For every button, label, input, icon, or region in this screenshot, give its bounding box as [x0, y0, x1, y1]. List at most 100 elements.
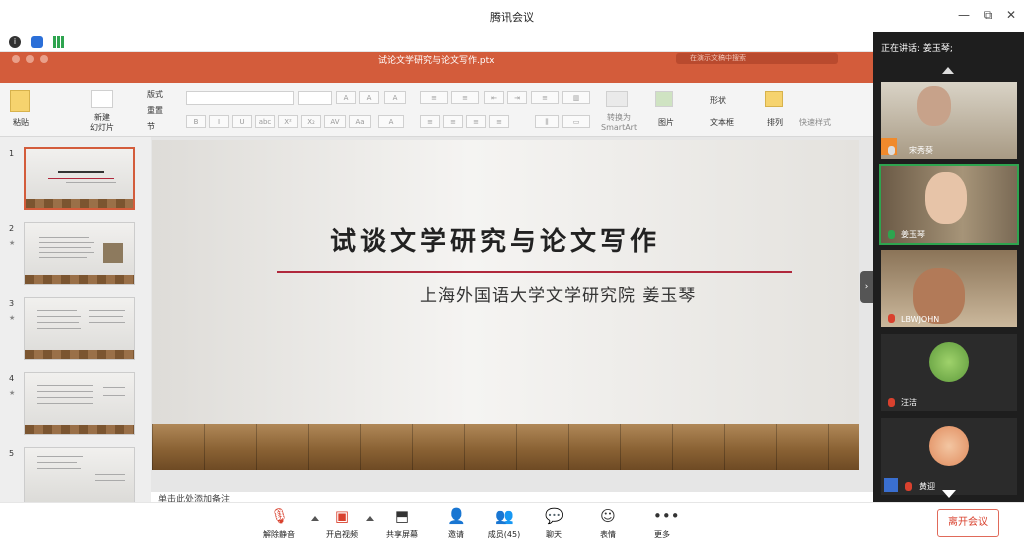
slide[interactable]: 试谈文学研究与论文写作 上海外国语大学文学研究院 姜玉琴 [152, 140, 859, 470]
smartart-icon[interactable] [606, 91, 628, 107]
mic-muted-icon [905, 482, 912, 491]
indent-icon[interactable]: ⇥ [507, 91, 527, 104]
mic-muted-icon [888, 398, 895, 407]
notes-field[interactable]: 单击此处添加备注 [151, 492, 873, 502]
textbox-button[interactable]: 文本框 [710, 117, 734, 128]
participant-tile[interactable]: LBWJOHN [881, 250, 1017, 327]
powerpoint-window: 试论文学研究与论文写作.ptx 在演示文稿中搜索 粘贴 新建 幻灯片 版式 重置… [0, 52, 873, 502]
ribbon: 粘贴 新建 幻灯片 版式 重置 节 A A A B I U abc X² X₂ … [0, 83, 873, 137]
strikethrough-icon[interactable]: abc [255, 115, 275, 128]
reset-button[interactable]: 重置 [147, 105, 163, 116]
close-button[interactable]: ✕ [1004, 8, 1018, 22]
clear-format-icon[interactable]: A [384, 91, 406, 104]
slide-thumbnail[interactable] [24, 222, 135, 285]
shrink-font-icon[interactable]: A [359, 91, 379, 104]
share-screen-icon: ⬒ [394, 507, 410, 525]
align-right-icon[interactable]: ≡ [466, 115, 486, 128]
members-label: 成员(45) [487, 530, 521, 539]
wood-floor [152, 424, 859, 470]
share-screen-button[interactable]: ⬒ 共享屏幕 [381, 507, 423, 543]
unmute-button[interactable]: 🎙 解除静音 [258, 507, 300, 543]
audio-options-chevron-icon[interactable] [311, 516, 319, 521]
chat-label: 聊天 [546, 530, 562, 539]
restore-button[interactable]: ⧉ [981, 8, 995, 22]
paste-icon[interactable] [10, 90, 30, 112]
participant-name: LBWJOHN [901, 315, 940, 324]
slide-title[interactable]: 试谈文学研究与论文写作 [330, 221, 660, 258]
panel-toggle-chevron-icon[interactable]: › [860, 271, 873, 303]
start-video-button[interactable]: ▣ 开启视频 [321, 507, 363, 543]
title-bar: 腾讯会议 — ⧉ ✕ [0, 0, 1024, 32]
title-rule [277, 271, 792, 273]
arrange-label: 排列 [767, 118, 783, 127]
slide-thumbnail[interactable] [24, 447, 135, 502]
superscript-icon[interactable]: X² [278, 115, 298, 128]
slide-thumbnail[interactable] [24, 147, 135, 210]
ppt-search-input[interactable]: 在演示文稿中搜索 [676, 53, 838, 64]
thumb-number: 1 [9, 149, 15, 158]
emoji-icon: ☺ [600, 507, 616, 525]
bold-icon[interactable]: B [186, 115, 206, 128]
info-icon[interactable]: i [9, 36, 21, 48]
chat-button[interactable]: 💬 聊天 [538, 507, 570, 543]
unmute-label: 解除静音 [263, 530, 295, 539]
thumb-number: 3 [9, 299, 15, 308]
layout-button[interactable]: 版式 [147, 89, 163, 100]
align-left-icon[interactable]: ≡ [420, 115, 440, 128]
outdent-icon[interactable]: ⇤ [484, 91, 504, 104]
minimize-dot-icon[interactable] [26, 55, 34, 63]
slide-subtitle[interactable]: 上海外国语大学文学研究院 姜玉琴 [420, 281, 696, 306]
font-color-icon[interactable]: A [378, 115, 404, 128]
emoji-button[interactable]: ☺ 表情 [592, 507, 624, 543]
convert-smartart-label: 转换为 SmartArt [601, 113, 638, 132]
signal-icon[interactable] [53, 36, 65, 48]
more-button[interactable]: ••• 更多 [646, 507, 680, 543]
align-text-icon[interactable]: ▭ [562, 115, 590, 128]
columns-icon[interactable]: ▥ [562, 91, 590, 104]
close-dot-icon[interactable] [12, 55, 20, 63]
scroll-down-icon[interactable] [942, 490, 956, 498]
shield-icon[interactable] [31, 36, 43, 48]
invite-button[interactable]: 👤 邀请 [438, 507, 474, 543]
new-slide-icon[interactable] [91, 90, 113, 108]
scroll-up-icon[interactable] [942, 67, 954, 74]
slide-canvas: 试谈文学研究与论文写作 上海外国语大学文学研究院 姜玉琴 [151, 137, 873, 492]
italic-icon[interactable]: I [209, 115, 229, 128]
bullets-icon[interactable]: ≡ [420, 91, 448, 104]
mic-muted-icon: 🎙 [270, 507, 290, 525]
text-direction-icon[interactable]: ⫼ [535, 115, 559, 128]
subscript-icon[interactable]: X₂ [301, 115, 321, 128]
line-spacing-icon[interactable]: ≡ [531, 91, 559, 104]
section-button[interactable]: 节 [147, 121, 155, 132]
change-case-icon[interactable]: Aa [349, 115, 371, 128]
arrange-icon[interactable] [765, 91, 783, 107]
grow-font-icon[interactable]: A [336, 91, 356, 104]
slide-thumbnail[interactable] [24, 372, 135, 435]
video-options-chevron-icon[interactable] [366, 516, 374, 521]
members-icon: 👥 [495, 507, 514, 525]
emoji-label: 表情 [600, 530, 616, 539]
minimize-button[interactable]: — [957, 8, 971, 22]
underline-icon[interactable]: U [232, 115, 252, 128]
camera-off-icon: ▣ [334, 507, 350, 525]
participant-tile[interactable]: 汪洁 [881, 334, 1017, 411]
members-button[interactable]: 👥 成员(45) [484, 507, 524, 543]
char-spacing-icon[interactable]: AV [324, 115, 346, 128]
participant-tile[interactable]: 姜玉琴 [879, 164, 1019, 245]
zoom-dot-icon[interactable] [40, 55, 48, 63]
picture-icon[interactable] [655, 91, 673, 107]
slide-thumbnail-pane: 1 2 ★ 3 ★ 4 ★ 5 [0, 137, 151, 502]
shape-button[interactable]: 形状 [710, 95, 726, 106]
font-size-select[interactable] [298, 91, 332, 105]
numbering-icon[interactable]: ≡ [451, 91, 479, 104]
justify-icon[interactable]: ≡ [489, 115, 509, 128]
thumb-number: 2 [9, 224, 15, 233]
participant-tile[interactable]: 黄迎 [881, 418, 1017, 495]
more-label: 更多 [654, 530, 670, 539]
slide-thumbnail[interactable] [24, 297, 135, 360]
align-center-icon[interactable]: ≡ [443, 115, 463, 128]
font-family-select[interactable] [186, 91, 294, 105]
thumb-number: 4 [9, 374, 15, 383]
participant-tile[interactable]: 宋秀葵 [881, 82, 1017, 159]
leave-meeting-button[interactable]: 离开会议 [937, 509, 999, 537]
